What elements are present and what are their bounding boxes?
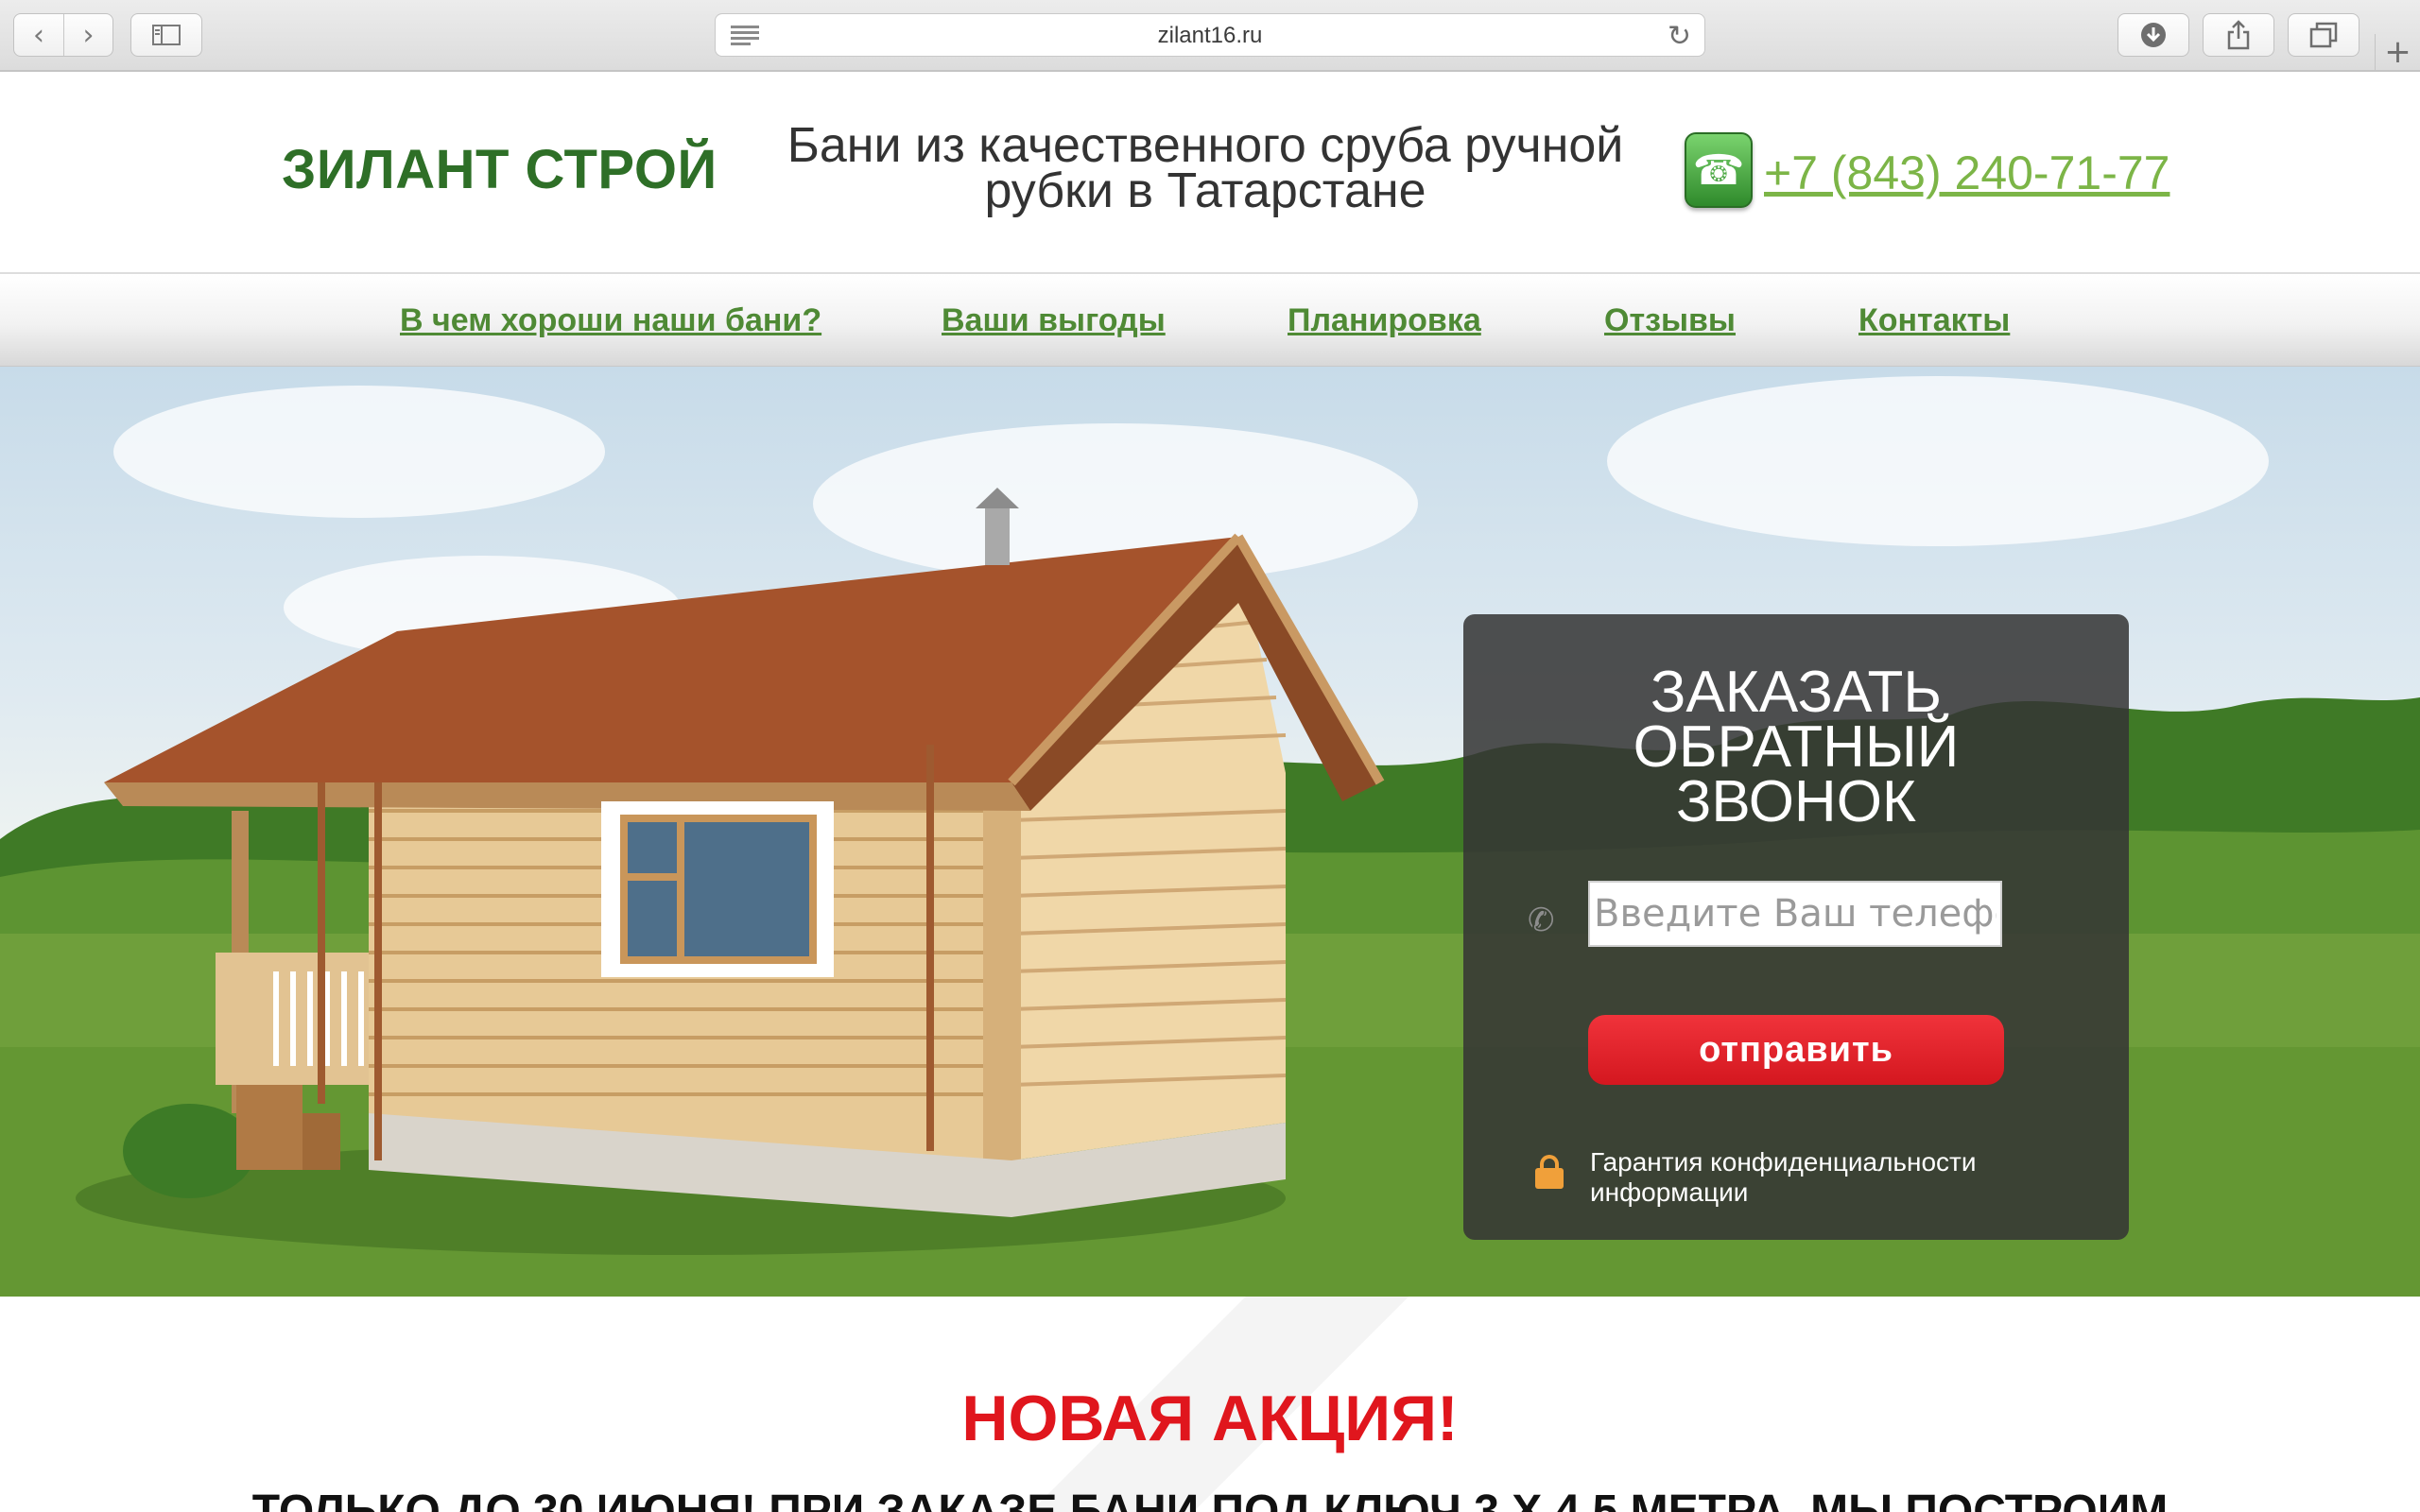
main-nav: В чем хороши наши бани? Ваши выгоды План…: [0, 272, 2420, 367]
telephone-icon: ☎: [1685, 132, 1753, 208]
site-header: ЗИЛАНТ СТРОЙ Бани из качественного сруба…: [0, 74, 2420, 272]
nav-item-advantages[interactable]: В чем хороши наши бани?: [400, 302, 821, 339]
nav-item-contacts[interactable]: Контакты: [1858, 302, 2010, 339]
browser-toolbar: ‹ › zilant16.ru ↻ +: [0, 0, 2420, 72]
reload-icon[interactable]: ↻: [1668, 20, 1691, 53]
phone-icon: ✆: [1528, 902, 1555, 939]
address-bar[interactable]: zilant16.ru ↻: [715, 13, 1705, 57]
nav-item-reviews[interactable]: Отзывы: [1604, 302, 1736, 339]
phone-link[interactable]: +7 (843) 240-71-77: [1764, 146, 2169, 200]
privacy-line: Гарантия конфиденциальности: [1590, 1147, 1977, 1177]
phone-input[interactable]: [1588, 881, 2002, 947]
chevron-left-icon[interactable]: ‹: [14, 14, 63, 56]
nav-item-benefits[interactable]: Ваши выгоды: [942, 302, 1166, 339]
sidebar-icon[interactable]: [130, 13, 202, 57]
chevron-right-icon[interactable]: ›: [63, 14, 112, 56]
site-slogan: Бани из качественного сруба ручной рубки…: [728, 118, 1683, 218]
promo-section: НОВАЯ АКЦИЯ! ТОЛЬКО ДО 30 ИЮНЯ! ПРИ ЗАКА…: [0, 1297, 2420, 1512]
slogan-line: рубки в Татарстане: [984, 163, 1426, 218]
promo-title: НОВАЯ АКЦИЯ!: [961, 1383, 1459, 1454]
form-title-line: ЗВОНОК: [1675, 769, 1917, 834]
promo-text: ТОЛЬКО ДО 30 ИЮНЯ! ПРИ ЗАКАЗЕ БАНИ ПОД К…: [251, 1486, 2169, 1512]
site-logo[interactable]: ЗИЛАНТ СТРОЙ: [282, 138, 717, 201]
lock-icon: [1535, 1155, 1564, 1189]
tabs-icon[interactable]: [2288, 13, 2360, 57]
download-icon[interactable]: [2118, 13, 2189, 57]
form-title-line: ОБРАТНЫЙ: [1633, 714, 1960, 780]
privacy-note: Гарантия конфиденциальности информации: [1590, 1147, 2063, 1208]
share-icon[interactable]: [2203, 13, 2274, 57]
plus-icon[interactable]: +: [2375, 34, 2420, 72]
hero-section: ЗАКАЗАТЬ ОБРАТНЫЙ ЗВОНОК ✆ отправить Гар…: [0, 367, 2420, 1297]
form-title: ЗАКАЗАТЬ ОБРАТНЫЙ ЗВОНОК: [1463, 660, 2129, 834]
history-buttons: ‹ ›: [13, 13, 113, 57]
nav-item-layout[interactable]: Планировка: [1288, 302, 1481, 339]
privacy-line: информации: [1590, 1177, 1749, 1207]
form-title-line: ЗАКАЗАТЬ: [1650, 660, 1943, 725]
submit-button[interactable]: отправить: [1588, 1015, 2004, 1085]
callback-form: ЗАКАЗАТЬ ОБРАТНЫЙ ЗВОНОК ✆ отправить Гар…: [1463, 614, 2129, 1240]
url-text: zilant16.ru: [1157, 23, 1263, 48]
slogan-line: Бани из качественного сруба ручной: [786, 118, 1624, 173]
